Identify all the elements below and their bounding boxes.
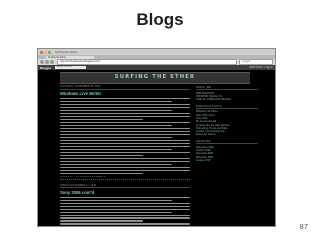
forward-icon[interactable] [45, 60, 49, 64]
browser-screenshot: Surfing the Ether Surfing the Ether http… [37, 48, 276, 227]
post-date: FRIDAY, NOVEMBER 17, 2006 [60, 184, 190, 189]
archives-heading: ARCHIVES [196, 140, 258, 145]
reload-icon[interactable] [50, 60, 54, 64]
back-icon[interactable] [40, 60, 44, 64]
blogger-logo[interactable]: Blogger [40, 66, 51, 70]
navbar-links[interactable]: NEXT BLOG » Sign in [249, 66, 273, 69]
search-blog-button[interactable]: SEARCH BLOG [55, 66, 87, 69]
address-bar[interactable]: http://surfingtheether.blogspot.com/ [57, 59, 237, 65]
post-title[interactable]: Windows Live Writer [60, 91, 190, 96]
blog-post: SATURDAY, NOVEMBER 25, 2006 Windows Live… [60, 85, 190, 180]
blog-header: SURFING THE ETHER [60, 72, 250, 84]
window-title: Surfing the Ether [55, 50, 78, 54]
main-column: SATURDAY, NOVEMBER 25, 2006 Windows Live… [60, 85, 190, 226]
blog-title[interactable]: SURFING THE ETHER [60, 74, 250, 80]
about-heading: ABOUT ME [196, 86, 258, 90]
post-date: SATURDAY, NOVEMBER 25, 2006 [60, 85, 190, 90]
post-body [60, 98, 190, 174]
close-window-icon[interactable] [40, 50, 43, 54]
slide-number: 87 [299, 222, 308, 231]
previous-posts-heading: PREVIOUS POSTS [196, 105, 258, 109]
maximize-window-icon[interactable] [48, 50, 51, 54]
blog-post: FRIDAY, NOVEMBER 17, 2006 Sony 2006 cont… [60, 184, 190, 226]
minimize-window-icon[interactable] [44, 50, 47, 54]
post-footer[interactable]: POSTED BY ... AT 10:28 AM 0 COMMENTS [60, 176, 190, 180]
slide-title: Blogs [136, 10, 184, 29]
blog-page: SURFING THE ETHER SATURDAY, NOVEMBER 25,… [38, 70, 275, 226]
sidebar: ABOUT ME SAM HOUSTON HOUSTON, TEXAS, US … [196, 85, 258, 162]
post-body [60, 196, 190, 226]
browser-search-field[interactable]: Google [239, 59, 273, 65]
post-title[interactable]: Sony 2006 cont'd [60, 190, 190, 195]
browser-toolbar: http://surfingtheether.blogspot.com/ Goo… [38, 59, 275, 65]
archive-link[interactable]: January 2007 [196, 159, 258, 162]
